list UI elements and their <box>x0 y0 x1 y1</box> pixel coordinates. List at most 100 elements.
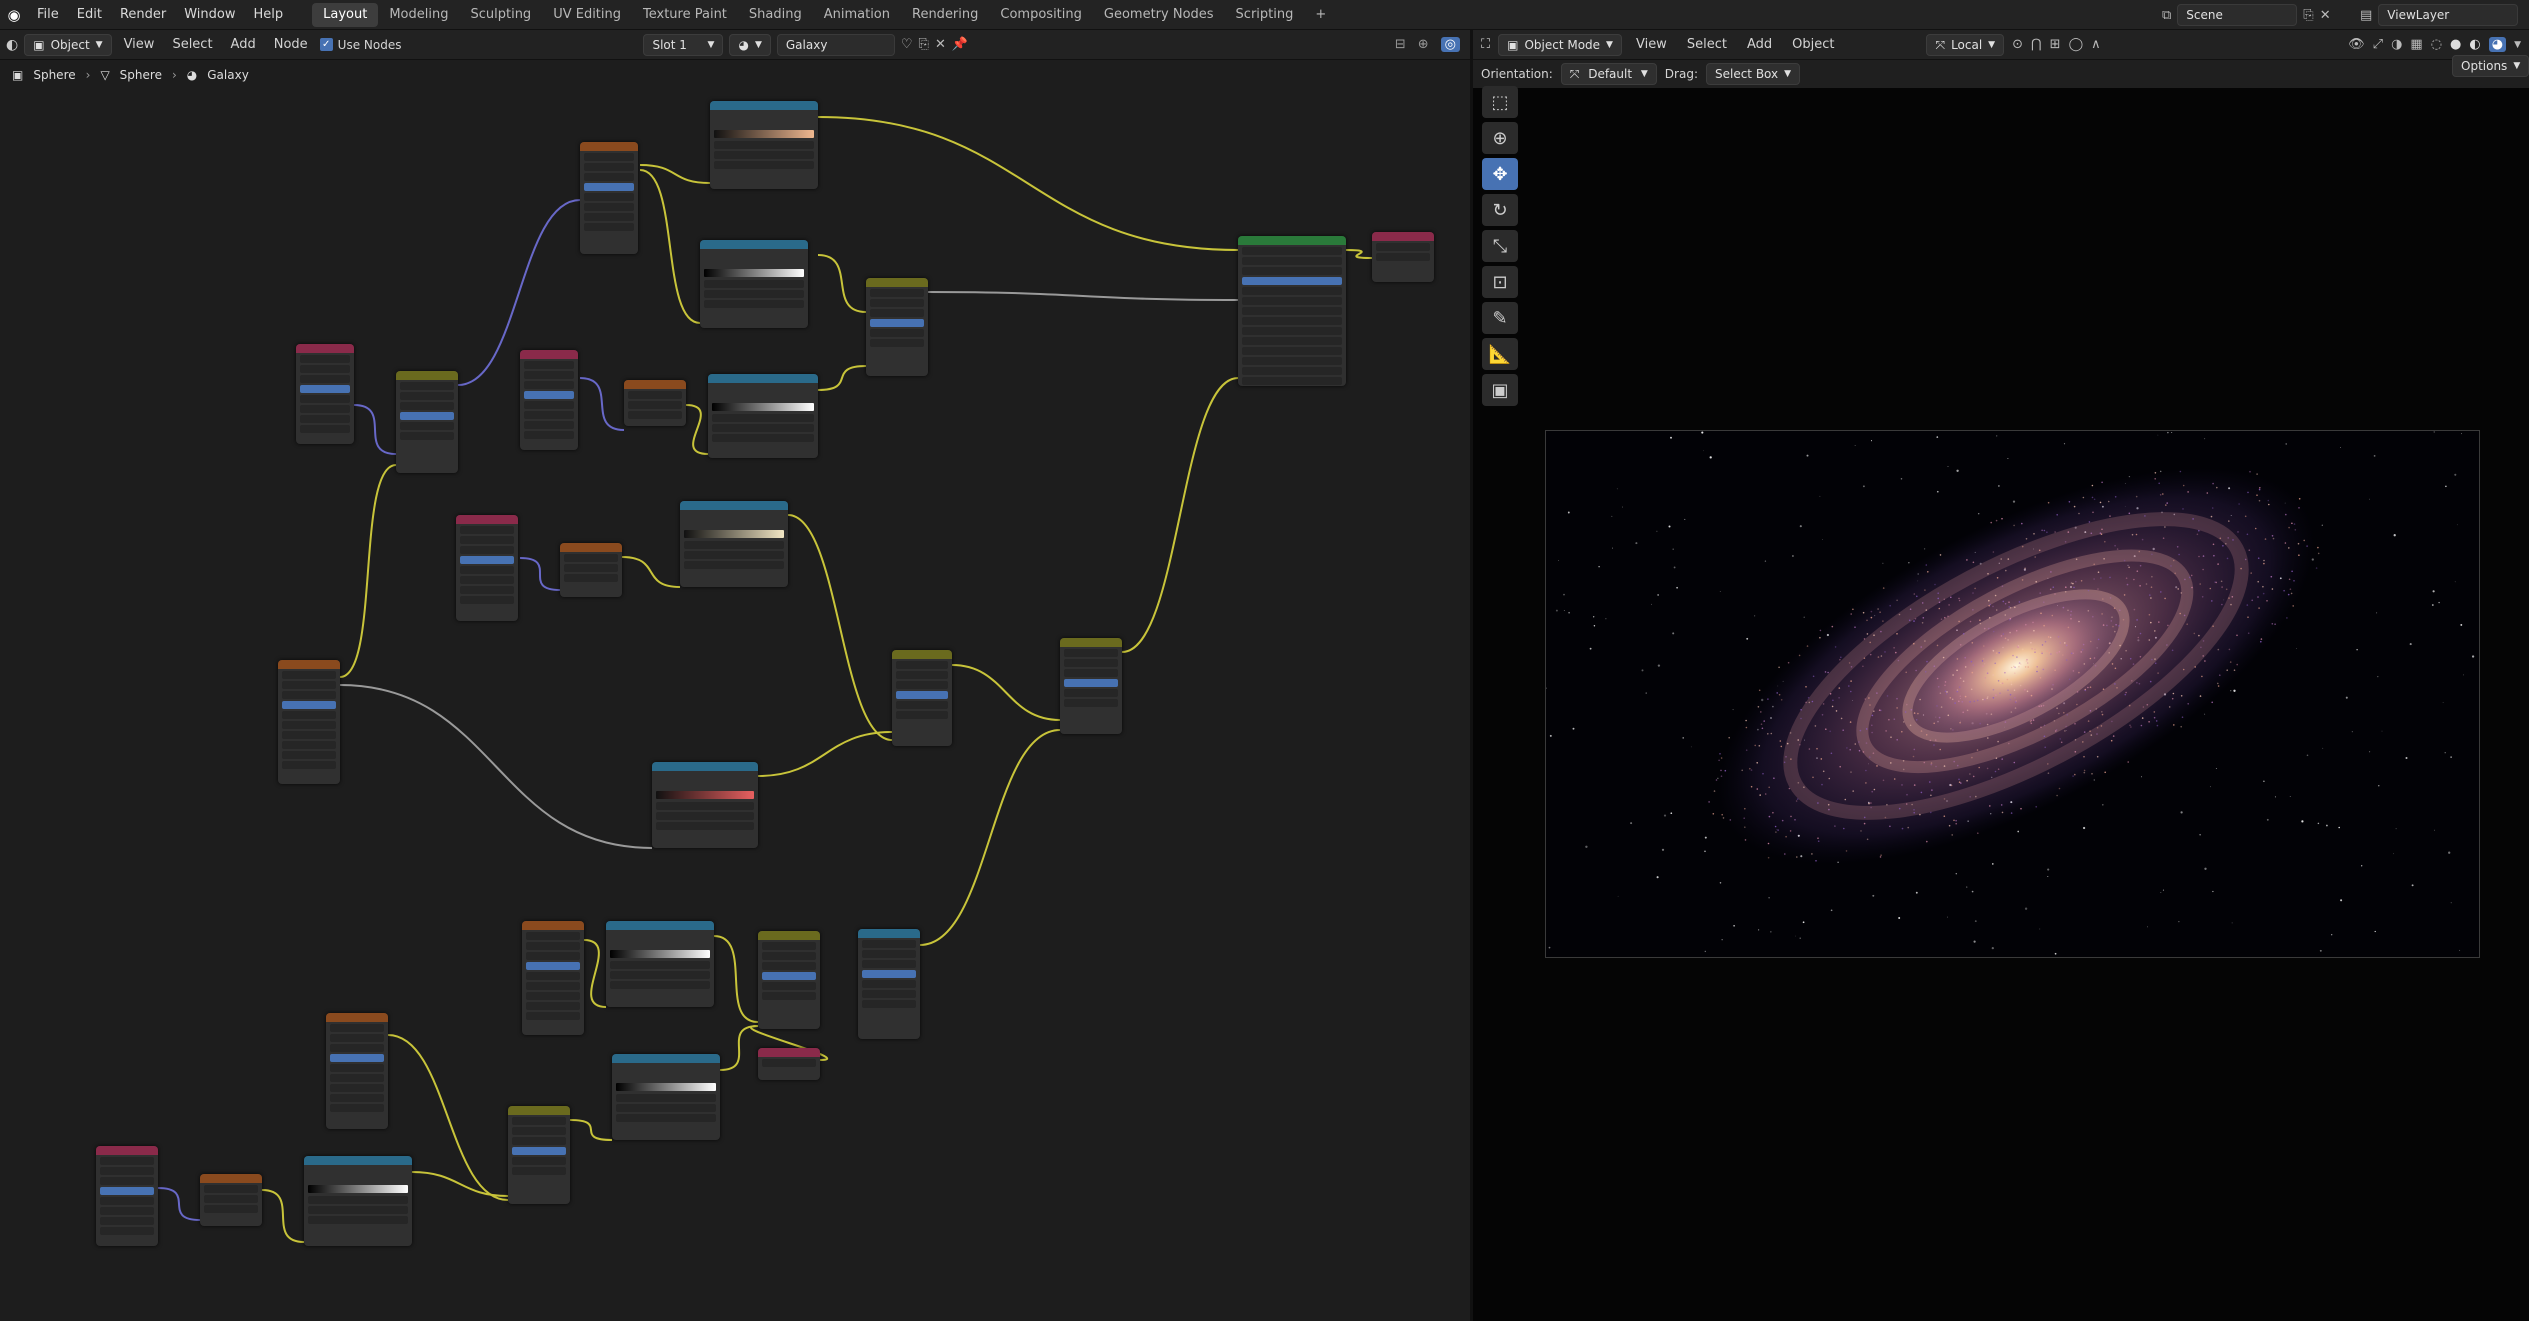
node-header[interactable] <box>580 142 638 151</box>
node-field[interactable] <box>526 942 580 950</box>
node-header[interactable] <box>858 929 920 938</box>
node-field[interactable] <box>684 561 784 569</box>
node-header[interactable] <box>1060 638 1122 647</box>
tab-texture-paint[interactable]: Texture Paint <box>632 3 738 27</box>
node-field[interactable] <box>656 812 754 820</box>
node-header[interactable] <box>560 543 622 552</box>
node-field[interactable] <box>460 596 514 604</box>
node-field[interactable] <box>704 300 804 308</box>
node-field[interactable] <box>526 1012 580 1020</box>
node-field[interactable] <box>1242 337 1342 345</box>
snap-magnet-icon[interactable]: ⋂ <box>2031 37 2042 52</box>
node-field[interactable] <box>714 151 814 159</box>
node-header[interactable] <box>278 660 340 669</box>
node-field[interactable] <box>584 163 634 171</box>
node-field[interactable] <box>512 1127 566 1135</box>
fake-user-icon[interactable]: ♡ <box>901 37 913 52</box>
node-field[interactable] <box>1064 649 1118 657</box>
shader-node[interactable] <box>700 240 808 328</box>
node-field[interactable] <box>610 961 710 969</box>
node-field[interactable] <box>616 1094 716 1102</box>
color-ramp-gradient[interactable] <box>656 791 754 799</box>
node-field[interactable] <box>584 203 634 211</box>
use-nodes-toggle[interactable]: ✓ Use Nodes <box>319 38 401 52</box>
node-field[interactable] <box>330 1084 384 1092</box>
snap-icon[interactable]: ⊟ <box>1395 37 1406 52</box>
node-field[interactable] <box>610 971 710 979</box>
node-field[interactable] <box>526 962 580 970</box>
node-field[interactable] <box>460 526 514 534</box>
node-field[interactable] <box>524 431 574 439</box>
shading-wireframe-icon[interactable]: ◌ <box>2431 37 2442 52</box>
node-field[interactable] <box>526 952 580 960</box>
shader-node[interactable] <box>580 142 638 254</box>
node-field[interactable] <box>512 1117 566 1125</box>
node-field[interactable] <box>714 161 814 169</box>
node-field[interactable] <box>704 280 804 288</box>
node-field[interactable] <box>1242 247 1342 255</box>
node-field[interactable] <box>1242 347 1342 355</box>
node-header[interactable] <box>710 101 818 110</box>
vp-menu-add[interactable]: Add <box>1741 33 1778 57</box>
node-field[interactable] <box>896 691 948 699</box>
node-field[interactable] <box>524 391 574 399</box>
menu-window[interactable]: Window <box>175 0 244 30</box>
node-field[interactable] <box>1376 253 1430 261</box>
menu-add[interactable]: Add <box>225 33 262 57</box>
node-field[interactable] <box>704 290 804 298</box>
node-field[interactable] <box>1242 317 1342 325</box>
menu-select[interactable]: Select <box>166 33 218 57</box>
menu-node[interactable]: Node <box>268 33 314 57</box>
node-field[interactable] <box>584 173 634 181</box>
node-header[interactable] <box>456 515 518 524</box>
node-field[interactable] <box>100 1227 154 1235</box>
node-field[interactable] <box>100 1177 154 1185</box>
menu-render[interactable]: Render <box>111 0 175 30</box>
node-field[interactable] <box>524 411 574 419</box>
node-field[interactable] <box>100 1207 154 1215</box>
shader-node[interactable] <box>296 344 354 444</box>
node-field[interactable] <box>584 223 634 231</box>
shader-node[interactable] <box>680 501 788 587</box>
node-field[interactable] <box>656 822 754 830</box>
blender-logo-icon[interactable]: ◉ <box>0 6 28 24</box>
menu-view[interactable]: View <box>118 33 161 57</box>
node-field[interactable] <box>1064 659 1118 667</box>
color-ramp-gradient[interactable] <box>684 530 784 538</box>
material-browse-button[interactable]: ◕ ▼ <box>729 33 771 56</box>
node-field[interactable] <box>1242 277 1342 285</box>
node-field[interactable] <box>512 1137 566 1145</box>
node-field[interactable] <box>1242 307 1342 315</box>
node-field[interactable] <box>400 422 454 430</box>
node-header[interactable] <box>624 380 686 389</box>
falloff-icon[interactable]: ∧ <box>2091 37 2101 52</box>
tab-animation[interactable]: Animation <box>813 3 901 27</box>
vp-menu-object[interactable]: Object <box>1786 33 1840 57</box>
node-field[interactable] <box>584 153 634 161</box>
shader-node[interactable] <box>508 1106 570 1204</box>
node-header[interactable] <box>652 762 758 771</box>
node-field[interactable] <box>300 395 350 403</box>
select-box-tool-icon[interactable]: ⬚ <box>1482 86 1518 118</box>
node-field[interactable] <box>526 932 580 940</box>
node-field[interactable] <box>762 972 816 980</box>
node-field[interactable] <box>870 339 924 347</box>
node-field[interactable] <box>204 1205 258 1213</box>
pivot-icon[interactable]: ⊙ <box>2012 37 2023 52</box>
node-field[interactable] <box>762 1059 816 1067</box>
node-header[interactable] <box>758 931 820 940</box>
node-header[interactable] <box>758 1048 820 1057</box>
shader-node[interactable] <box>758 931 820 1029</box>
node-field[interactable] <box>400 382 454 390</box>
shader-node[interactable] <box>520 350 578 450</box>
shader-node[interactable] <box>866 278 928 376</box>
node-field[interactable] <box>896 671 948 679</box>
node-field[interactable] <box>400 392 454 400</box>
node-field[interactable] <box>862 1000 916 1008</box>
node-field[interactable] <box>1242 267 1342 275</box>
node-header[interactable] <box>326 1013 388 1022</box>
node-field[interactable] <box>584 213 634 221</box>
object-type-dropdown[interactable]: ▣ Object ▼ <box>24 33 112 56</box>
annotate-tool-icon[interactable]: ✎ <box>1482 302 1518 334</box>
drag-dropdown[interactable]: Select Box ▼ <box>1705 63 1801 85</box>
